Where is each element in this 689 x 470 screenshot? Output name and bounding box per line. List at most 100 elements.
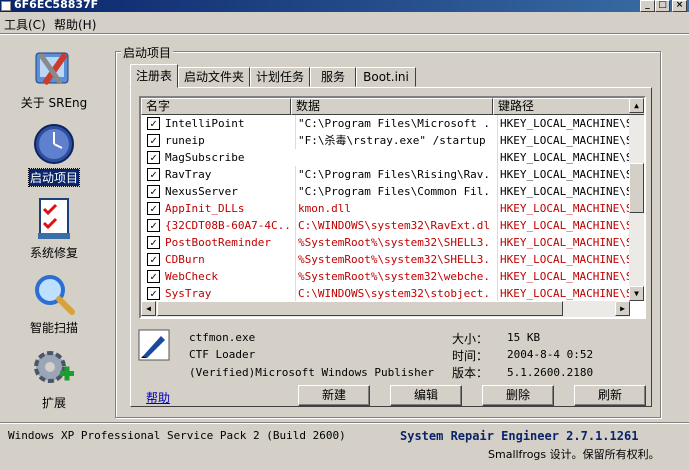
close-button[interactable]: ×: [672, 0, 687, 12]
cell-name: {32CDT08B-60A7-4C...: [165, 219, 289, 232]
table-row[interactable]: ✓ NexusServer "C:\Program Files\Common Fil…: [141, 183, 631, 200]
row-checkbox[interactable]: ✓: [147, 134, 160, 147]
table-row[interactable]: ✓ MagSubscribe HKEY_LOCAL_MACHINE\Sof: [141, 149, 631, 166]
cell-name: MagSubscribe: [165, 151, 245, 164]
row-checkbox[interactable]: ✓: [147, 219, 160, 232]
cell-name: IntelliPoint: [165, 117, 245, 130]
menu-help[interactable]: 帮助(H): [54, 16, 96, 33]
table-row[interactable]: ✓ SysTray C:\WINDOWS\system32\stobject... H…: [141, 285, 631, 302]
app-icon: [1, 1, 11, 11]
sidebar-item-repair[interactable]: 系统修复: [16, 197, 92, 261]
vertical-scrollbar[interactable]: ▲ ▼: [629, 98, 644, 301]
cell-data: kmon.dll: [295, 200, 491, 217]
table-row[interactable]: ✓ WebCheck %SystemRoot%\system32\webche...…: [141, 268, 631, 285]
cell-data: "C:\Program Files\Rising\Rav...: [295, 166, 491, 183]
list-rows: ✓ IntelliPoint "C:\Program Files\Microsoft…: [141, 115, 631, 302]
sidebar-item-label: 关于 SREng: [20, 96, 88, 110]
tab-registry[interactable]: 注册表: [130, 64, 178, 88]
tools-icon: [32, 47, 76, 91]
scroll-left-button[interactable]: ◀: [141, 301, 156, 316]
cell-name: CDBurn: [165, 253, 205, 266]
sidebar-item-startup[interactable]: 启动项目: [16, 122, 92, 187]
cell-keypath: HKEY_LOCAL_MACHINE\Sof: [497, 166, 631, 183]
cell-keypath: HKEY_LOCAL_MACHINE\Sof: [497, 200, 631, 217]
maximize-button[interactable]: □: [655, 0, 670, 12]
row-checkbox[interactable]: ✓: [147, 202, 160, 215]
time-value: 2004-8-4 0:52: [507, 348, 594, 361]
tab-scheduled-tasks[interactable]: 计划任务: [250, 67, 310, 87]
hscroll-thumb[interactable]: [157, 301, 563, 316]
cell-data: %SystemRoot%\system32\SHELL3...: [295, 251, 491, 268]
cell-data: C:\WINDOWS\system32\stobject...: [295, 285, 491, 302]
cell-keypath: HKEY_LOCAL_MACHINE\Sof: [497, 149, 631, 166]
column-header-keypath[interactable]: 键路径: [493, 98, 644, 115]
column-header-name[interactable]: 名字: [141, 98, 291, 115]
cell-keypath: HKEY_LOCAL_MACHINE\Sof: [497, 115, 631, 132]
row-checkbox[interactable]: ✓: [147, 117, 160, 130]
tab-services[interactable]: 服务: [310, 67, 356, 87]
os-version: Windows XP Professional Service Pack 2 (…: [8, 429, 346, 442]
row-checkbox[interactable]: ✓: [147, 253, 160, 266]
status-separator: [0, 422, 689, 424]
row-checkbox[interactable]: ✓: [147, 151, 160, 164]
gear-plus-icon: [32, 347, 76, 391]
sidebar-item-about[interactable]: 关于 SREng: [16, 47, 92, 111]
edit-button[interactable]: 编辑: [390, 385, 462, 406]
version-label: 版本：: [452, 366, 489, 380]
tab-startup-folder[interactable]: 启动文件夹: [178, 67, 250, 87]
cell-keypath: HKEY_LOCAL_MACHINE\SOF: [497, 217, 631, 234]
cell-keypath: HKEY_LOCAL_MACHINE\SOF: [497, 251, 631, 268]
scroll-up-button[interactable]: ▲: [629, 98, 644, 113]
horizontal-scrollbar[interactable]: ◀ ▶: [141, 301, 630, 317]
row-checkbox[interactable]: ✓: [147, 270, 160, 283]
table-row[interactable]: ✓ IntelliPoint "C:\Program Files\Microsoft…: [141, 115, 631, 132]
table-row[interactable]: ✓ CDBurn %SystemRoot%\system32\SHELL3... HK…: [141, 251, 631, 268]
scroll-down-button[interactable]: ▼: [629, 286, 644, 301]
copyright-text: Smallfrogs 设计。保留所有权利。: [488, 448, 660, 461]
clock-icon: [32, 122, 76, 166]
table-row[interactable]: ✓ AppInit_DLLs kmon.dll HKEY_LOCAL_MACHINE\…: [141, 200, 631, 217]
menu-separator: [0, 33, 689, 35]
column-header-data[interactable]: 数据: [291, 98, 493, 115]
row-checkbox[interactable]: ✓: [147, 287, 160, 300]
cell-data: "C:\Program Files\Microsoft ...: [295, 115, 491, 132]
new-button[interactable]: 新建: [298, 385, 370, 406]
minimize-button[interactable]: _: [640, 0, 655, 12]
product-version: System Repair Engineer 2.7.1.1261: [400, 429, 639, 443]
cell-data: C:\WINDOWS\system32\RavExt.dll: [295, 217, 491, 234]
title-bar: 6F6EC58837F _ □ ×: [0, 0, 689, 12]
file-icon: [137, 328, 171, 365]
cell-name: SysTray: [165, 287, 212, 300]
cell-keypath: HKEY_LOCAL_MACHINE\SOF: [497, 234, 631, 251]
sidebar-item-scan[interactable]: 智能扫描: [16, 272, 92, 336]
sidebar-item-label: 系统修复: [29, 246, 78, 260]
row-checkbox[interactable]: ✓: [147, 168, 160, 181]
scroll-right-button[interactable]: ▶: [615, 301, 630, 316]
magnifier-icon: [32, 272, 76, 316]
list-header: 名字 数据 键路径: [141, 98, 644, 115]
row-checkbox[interactable]: ✓: [147, 236, 160, 249]
cell-keypath: HKEY_LOCAL_MACHINE\SOF: [497, 268, 631, 285]
tab-boot-ini[interactable]: Boot.ini: [356, 67, 416, 87]
delete-button[interactable]: 删除: [482, 385, 554, 406]
refresh-button[interactable]: 刷新: [574, 385, 646, 406]
file-publisher: (Verified)Microsoft Windows Publisher: [189, 366, 435, 379]
startup-list[interactable]: 名字 数据 键路径 ✓ IntelliPoint "C:\Program Files…: [139, 96, 646, 319]
window-title: 6F6EC58837F: [14, 0, 99, 11]
sidebar-item-extend[interactable]: 扩展: [16, 347, 92, 411]
help-link[interactable]: 帮助: [146, 389, 170, 406]
table-row[interactable]: ✓ RavTray "C:\Program Files\Rising\Rav... H…: [141, 166, 631, 183]
table-row[interactable]: ✓ {32CDT08B-60A7-4C... C:\WINDOWS\system32…: [141, 217, 631, 234]
cell-keypath: HKEY_LOCAL_MACHINE\Sof: [497, 183, 631, 200]
cell-keypath: HKEY_LOCAL_MACHINE\Sof: [497, 132, 631, 149]
row-checkbox[interactable]: ✓: [147, 185, 160, 198]
scroll-thumb[interactable]: [629, 163, 644, 213]
cell-name: runeip: [165, 134, 205, 147]
cell-data: %SystemRoot%\system32\SHELL3...: [295, 234, 491, 251]
cell-name: WebCheck: [165, 270, 218, 283]
table-row[interactable]: ✓ PostBootReminder %SystemRoot%\system32\S…: [141, 234, 631, 251]
menu-tools[interactable]: 工具(C): [4, 16, 46, 33]
time-label: 时间：: [452, 349, 489, 363]
table-row[interactable]: ✓ runeip "F:\杀毒\rstray.exe" /startup HKEY_L…: [141, 132, 631, 149]
version-value: 5.1.2600.2180: [507, 366, 594, 379]
